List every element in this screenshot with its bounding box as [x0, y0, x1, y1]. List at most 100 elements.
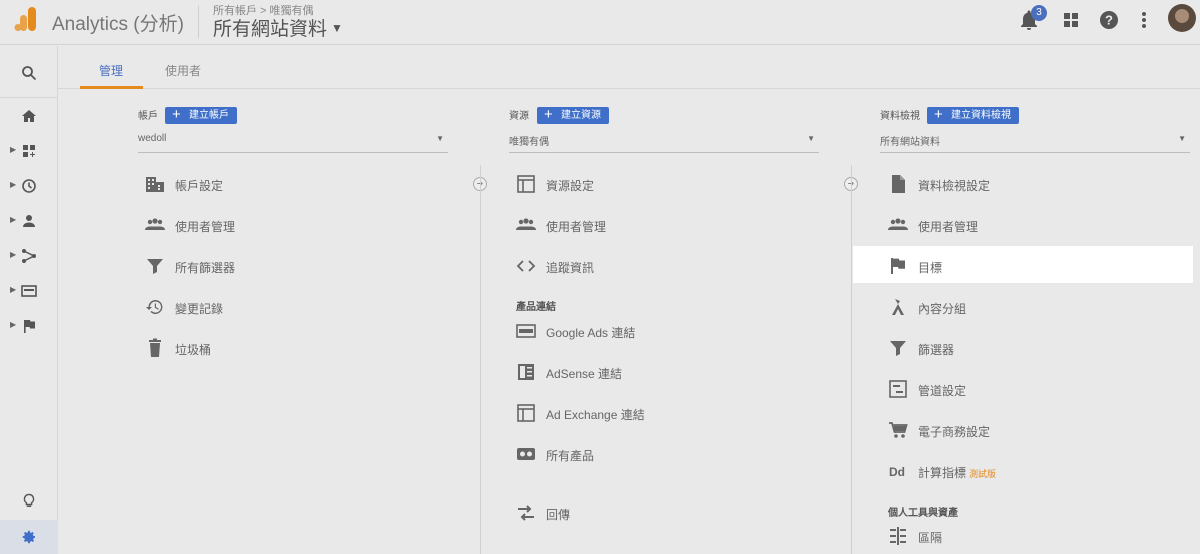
analytics-logo[interactable]	[14, 6, 38, 32]
more-vert-icon[interactable]	[1132, 8, 1156, 32]
segments-icon	[890, 527, 906, 545]
code-icon	[516, 260, 536, 272]
create-property-button[interactable]: 建立資源	[537, 106, 609, 124]
dropdown-arrow-icon: ▼	[807, 134, 815, 143]
content-grouping-label: 內容分組	[918, 302, 967, 316]
svg-text:?: ?	[1105, 13, 1113, 28]
account-settings-item[interactable]: 帳戶設定	[145, 171, 445, 197]
trash-item[interactable]: 垃圾桶	[145, 335, 445, 361]
content-grouping-icon	[892, 299, 904, 315]
view-filters-label: 篩選器	[918, 343, 955, 357]
acquisition-icon	[22, 249, 36, 263]
app-brand: Analytics (分析)	[52, 14, 184, 35]
ecommerce-settings-label: 電子商務設定	[918, 425, 991, 439]
account-heading: 帳戶	[138, 111, 158, 122]
clock-icon	[22, 179, 36, 193]
rail-admin-active[interactable]	[0, 520, 58, 554]
rail-home[interactable]	[0, 101, 58, 131]
filter-icon	[890, 341, 906, 356]
column-divider	[851, 165, 852, 554]
account-settings-label: 帳戶設定	[175, 179, 224, 193]
segments-label: 區隔	[918, 531, 943, 545]
property-user-management-item[interactable]: 使用者管理	[516, 212, 816, 238]
left-nav-rail: ▶ ▶ ▶ ▶ ▶ ▶	[0, 46, 58, 554]
rail-discover[interactable]	[0, 486, 58, 516]
avatar[interactable]	[1168, 4, 1196, 32]
document-icon	[892, 175, 905, 193]
tracking-info-item[interactable]: 追蹤資訊	[516, 253, 816, 279]
tab-admin[interactable]: 管理	[99, 62, 123, 79]
view-user-management-item[interactable]: 使用者管理	[888, 212, 1188, 238]
property-selected: 唯獨有偶	[509, 137, 549, 148]
goals-item[interactable]: 目標	[888, 253, 1188, 279]
layout-icon	[517, 404, 535, 422]
apps-grid-icon[interactable]	[1059, 8, 1083, 32]
account-selector[interactable]: wedoll ▼	[138, 133, 448, 153]
dropdown-arrow-icon: ▼	[1178, 134, 1186, 143]
cart-icon	[889, 422, 908, 438]
rail-conversions[interactable]: ▶	[0, 311, 58, 341]
adsense-link-item[interactable]: AdSense 連結	[516, 359, 816, 385]
postbacks-item[interactable]: 回傳	[516, 500, 816, 526]
property-settings-item[interactable]: 資源設定	[516, 171, 816, 197]
expand-arrow-icon: ▶	[10, 250, 17, 259]
layout-icon	[517, 175, 535, 193]
tracking-info-label: 追蹤資訊	[546, 261, 595, 275]
property-selector[interactable]: 唯獨有偶 ▼	[509, 133, 819, 153]
create-account-button[interactable]: 建立帳戶	[165, 106, 237, 124]
dropdown-arrow-icon: ▼	[436, 134, 444, 143]
ecommerce-settings-item[interactable]: 電子商務設定	[888, 417, 1188, 443]
all-filters-item[interactable]: 所有篩選器	[145, 253, 445, 279]
filter-icon	[147, 259, 163, 274]
all-products-label: 所有產品	[546, 449, 595, 463]
dashboard-icon	[23, 145, 35, 157]
calculated-metrics-item[interactable]: Dd 計算指標 測試版	[888, 458, 1188, 484]
channel-settings-item[interactable]: 管道設定	[888, 376, 1188, 402]
view-selected: 所有網站資料	[880, 137, 940, 148]
product-linking-heading: 產品連結	[516, 302, 556, 313]
rail-behavior[interactable]: ▶	[0, 276, 58, 306]
ads-icon	[516, 324, 536, 338]
account-view-selector[interactable]: 所有網站資料 ▼	[213, 14, 343, 41]
content-grouping-item[interactable]: 內容分組	[888, 294, 1188, 320]
personal-tools-heading: 個人工具與資產	[888, 508, 958, 519]
change-history-item[interactable]: 變更記錄	[145, 294, 445, 320]
ad-exchange-link-item[interactable]: Ad Exchange 連結	[516, 400, 816, 426]
trash-icon	[149, 338, 161, 357]
rail-customization[interactable]: ▶	[0, 136, 58, 166]
view-settings-item[interactable]: 資料檢視設定	[888, 171, 1188, 197]
channel-settings-label: 管道設定	[918, 384, 967, 398]
svg-text:Dd: Dd	[889, 465, 905, 479]
rail-search[interactable]	[0, 58, 58, 88]
building-icon	[146, 177, 164, 192]
rail-audience[interactable]: ▶	[0, 206, 58, 236]
trash-label: 垃圾桶	[175, 343, 212, 357]
adsense-link-label: AdSense 連結	[546, 367, 623, 381]
search-icon	[22, 66, 37, 81]
notification-badge: 3	[1031, 5, 1047, 21]
people-icon	[516, 218, 536, 230]
caret-down-icon: ▼	[331, 21, 343, 35]
expand-arrow-icon: ▶	[10, 180, 17, 189]
google-ads-link-item[interactable]: Google Ads 連結	[516, 318, 816, 344]
account-user-management-item[interactable]: 使用者管理	[145, 212, 445, 238]
create-view-button[interactable]: 建立資料檢視	[927, 106, 1019, 124]
tab-users[interactable]: 使用者	[165, 62, 201, 79]
account-selected: wedoll	[138, 133, 167, 144]
calculated-metrics-text: 計算指標	[918, 466, 967, 480]
goals-label: 目標	[918, 261, 943, 275]
segments-item[interactable]: 區隔	[888, 523, 1188, 549]
dd-icon: Dd	[889, 465, 905, 479]
help-icon[interactable]: ?	[1097, 8, 1121, 32]
ad-exchange-link-label: Ad Exchange 連結	[546, 408, 645, 422]
rail-realtime[interactable]: ▶	[0, 171, 58, 201]
channel-settings-icon	[889, 380, 907, 398]
view-selector[interactable]: 所有網站資料 ▼	[880, 133, 1190, 153]
property-heading: 資源	[509, 111, 529, 122]
all-products-item[interactable]: 所有產品	[516, 441, 816, 467]
rail-acquisition[interactable]: ▶	[0, 241, 58, 271]
view-filters-item[interactable]: 篩選器	[888, 335, 1188, 361]
behavior-icon	[21, 285, 37, 297]
calculated-metrics-label: 計算指標 測試版	[918, 464, 996, 481]
property-settings-label: 資源設定	[546, 179, 595, 193]
